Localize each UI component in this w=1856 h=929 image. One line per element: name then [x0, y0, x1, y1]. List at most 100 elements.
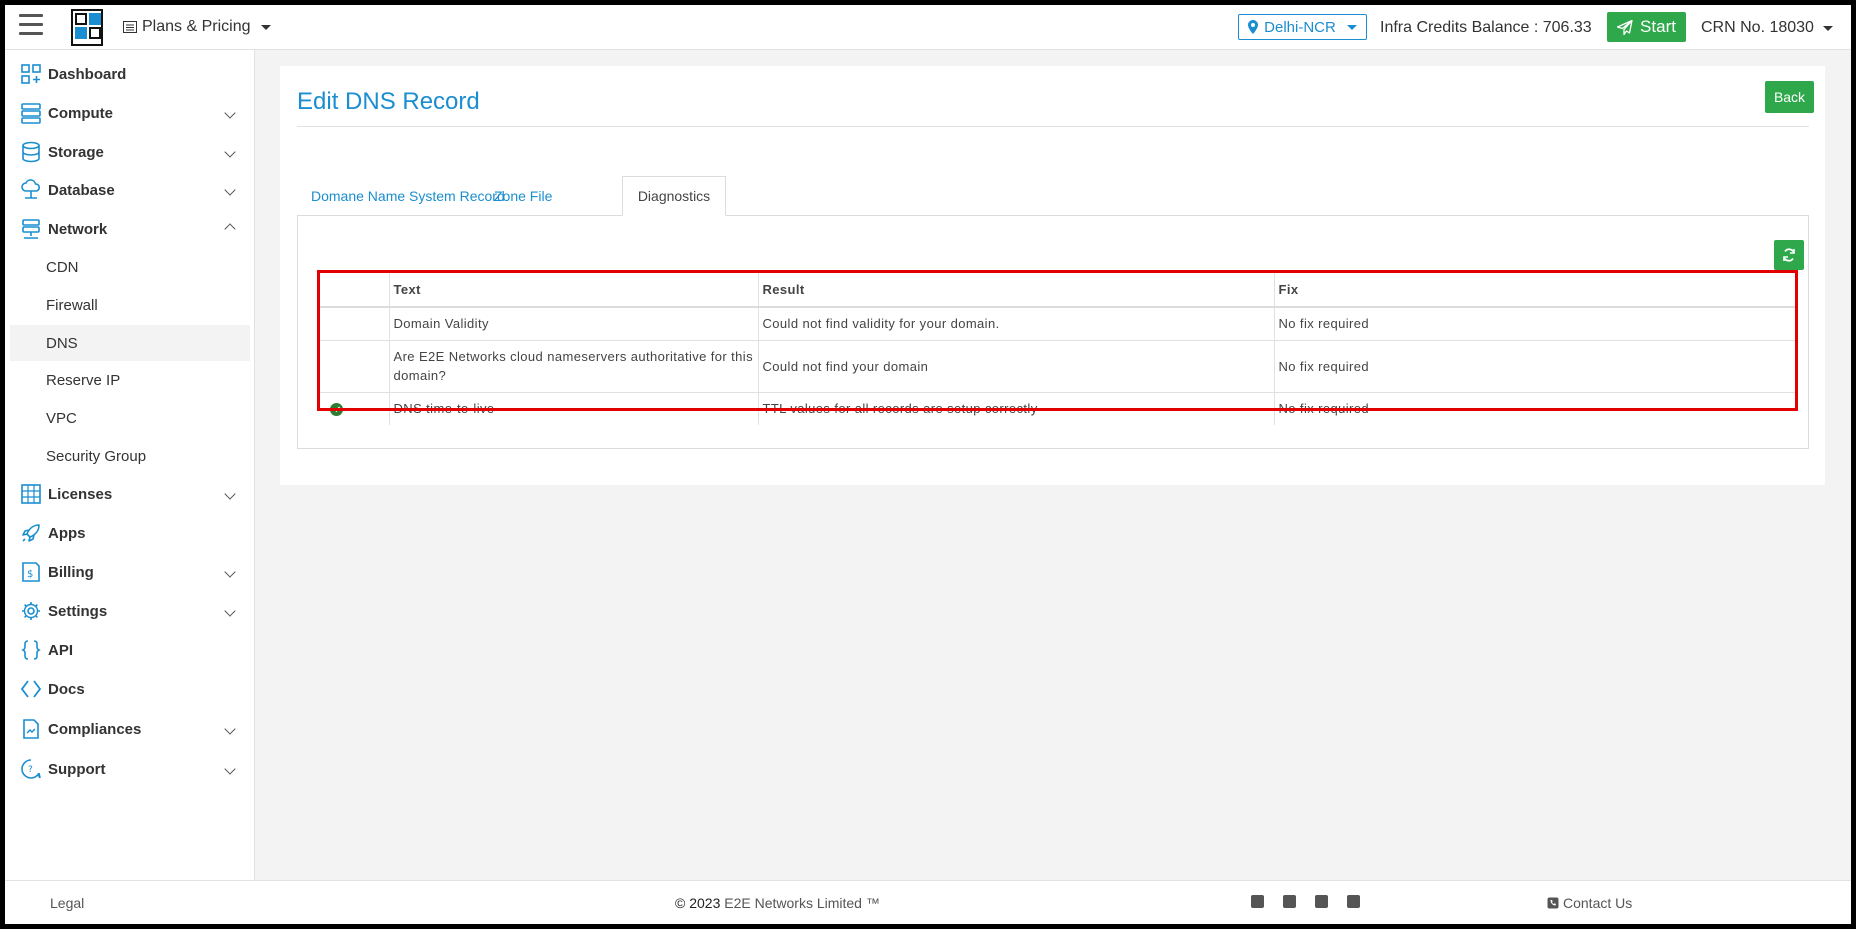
- sidebar-item-billing[interactable]: $ Billing: [5, 553, 255, 591]
- code-icon: [20, 680, 42, 698]
- contact-us-link[interactable]: Contact Us: [1547, 895, 1632, 911]
- sidebar-item-compliances[interactable]: Compliances: [5, 710, 255, 748]
- sidebar-item-label: Apps: [48, 524, 86, 542]
- start-button[interactable]: Start: [1607, 12, 1686, 42]
- e2e-logo[interactable]: [71, 9, 103, 46]
- sidebar-item-label: Licenses: [48, 485, 113, 503]
- tab-diagnostics[interactable]: Diagnostics: [622, 176, 726, 216]
- sidebar-subitem-label: CDN: [46, 258, 79, 276]
- sidebar-subitem-label: Firewall: [46, 296, 98, 314]
- sidebar-item-api[interactable]: API: [5, 631, 255, 669]
- sidebar-item-label: Storage: [48, 143, 104, 161]
- facebook-icon[interactable]: [1283, 895, 1296, 908]
- app-frame: Plans & Pricing Delhi-NCR Infra Credits …: [5, 5, 1851, 924]
- legal-link[interactable]: Legal: [50, 895, 84, 911]
- chevron-up-icon: [224, 223, 236, 235]
- gear-icon: [22, 602, 40, 620]
- footer: Legal © 2023 E2E Networks Limited ™ Cont…: [5, 880, 1851, 924]
- region-label: Delhi-NCR: [1264, 18, 1336, 36]
- sidebar-subitem-label: DNS: [46, 334, 78, 352]
- crn-dropdown[interactable]: CRN No. 18030: [1701, 19, 1833, 37]
- sidebar-subitem-label: VPC: [46, 409, 77, 427]
- paper-plane-icon: [1617, 19, 1633, 35]
- infra-credits-balance: Infra Credits Balance : 706.33: [1380, 19, 1592, 36]
- region-selector[interactable]: Delhi-NCR: [1238, 14, 1367, 40]
- sidebar-item-label: Database: [48, 181, 115, 199]
- sidebar-subitem-cdn[interactable]: CDN: [10, 249, 250, 285]
- sidebar-item-database[interactable]: Database: [5, 171, 255, 209]
- sidebar-item-label: API: [48, 641, 74, 659]
- copyright-year: © 2023: [675, 895, 721, 911]
- sidebar-subitem-label: Reserve IP: [46, 371, 121, 389]
- support-chat-icon: ?: [21, 759, 41, 779]
- sidebar-item-dashboard[interactable]: Dashboard: [5, 55, 255, 93]
- company-link[interactable]: E2E Networks Limited ™: [724, 895, 880, 911]
- server-icon: [21, 103, 41, 124]
- top-navbar: Plans & Pricing Delhi-NCR Infra Credits …: [5, 5, 1851, 50]
- svg-text:?: ?: [28, 765, 33, 775]
- phone-icon: [1547, 897, 1559, 909]
- sidebar-subitem-security-group[interactable]: Security Group: [10, 438, 250, 474]
- sidebar: Dashboard Compute Storage Database Netwo…: [5, 50, 255, 880]
- rocket-icon: [22, 524, 40, 542]
- sidebar-item-apps[interactable]: Apps: [5, 514, 255, 552]
- caret-down-icon: [1346, 24, 1357, 30]
- highlight-box: [317, 270, 1798, 411]
- sidebar-subitem-reserve-ip[interactable]: Reserve IP: [10, 362, 250, 398]
- sidebar-item-label: Compute: [48, 104, 113, 122]
- chevron-down-icon: [224, 488, 236, 500]
- dashboard-icon: [21, 64, 41, 84]
- sidebar-item-label: Billing: [48, 563, 94, 581]
- sidebar-item-label: Network: [48, 220, 108, 238]
- sidebar-subitem-label: Security Group: [46, 447, 147, 465]
- chevron-down-icon: [224, 605, 236, 617]
- start-label: Start: [1640, 17, 1676, 36]
- sidebar-item-network[interactable]: Network: [5, 210, 255, 248]
- sidebar-subitem-firewall[interactable]: Firewall: [10, 287, 250, 323]
- chevron-down-icon: [224, 107, 236, 119]
- caret-down-icon: [260, 24, 271, 30]
- network-icon: [22, 219, 40, 239]
- caret-down-icon: [1822, 25, 1833, 31]
- plans-pricing-dropdown[interactable]: Plans & Pricing: [123, 18, 271, 36]
- rss-icon[interactable]: [1347, 895, 1360, 908]
- svg-text:$: $: [27, 569, 33, 580]
- sidebar-subitem-dns[interactable]: DNS: [10, 325, 250, 361]
- copyright: © 2023 E2E Networks Limited ™: [675, 895, 880, 911]
- sidebar-subitem-vpc[interactable]: VPC: [10, 400, 250, 436]
- sidebar-item-label: Support: [48, 760, 106, 778]
- map-marker-icon: [1248, 20, 1259, 34]
- main-card: Edit DNS Record Back Domane Name System …: [280, 66, 1825, 485]
- refresh-button[interactable]: [1774, 240, 1804, 270]
- list-icon: [123, 21, 137, 33]
- sidebar-item-label: Docs: [48, 680, 85, 698]
- linkedin-icon[interactable]: [1251, 895, 1264, 908]
- chevron-down-icon: [224, 566, 236, 578]
- chevron-down-icon: [224, 184, 236, 196]
- braces-icon: [21, 640, 41, 660]
- crn-label: CRN No. 18030: [1701, 19, 1814, 36]
- chevron-down-icon: [224, 723, 236, 735]
- cloud-database-icon: [21, 179, 41, 199]
- sidebar-item-settings[interactable]: Settings: [5, 592, 255, 630]
- sidebar-item-label: Compliances: [48, 720, 142, 738]
- title-divider: [297, 126, 1809, 127]
- back-button[interactable]: Back: [1765, 81, 1814, 113]
- sidebar-item-docs[interactable]: Docs: [5, 670, 255, 708]
- chevron-down-icon: [224, 146, 236, 158]
- sidebar-item-compute[interactable]: Compute: [5, 94, 255, 132]
- licenses-grid-icon: [21, 484, 41, 504]
- billing-icon: $: [22, 562, 40, 582]
- chevron-down-icon: [224, 763, 236, 775]
- plans-pricing-label: Plans & Pricing: [142, 18, 251, 35]
- twitter-icon[interactable]: [1315, 895, 1328, 908]
- sidebar-item-storage[interactable]: Storage: [5, 133, 255, 171]
- document-icon: [23, 719, 39, 739]
- page-title: Edit DNS Record: [297, 88, 480, 115]
- sidebar-item-support[interactable]: ? Support: [5, 750, 255, 788]
- contact-us-label: Contact Us: [1563, 895, 1633, 911]
- sidebar-item-licenses[interactable]: Licenses: [5, 475, 255, 513]
- database-storage-icon: [22, 141, 40, 163]
- tab-zone-file[interactable]: Zone File: [480, 176, 566, 216]
- hamburger-menu-icon[interactable]: [19, 14, 43, 38]
